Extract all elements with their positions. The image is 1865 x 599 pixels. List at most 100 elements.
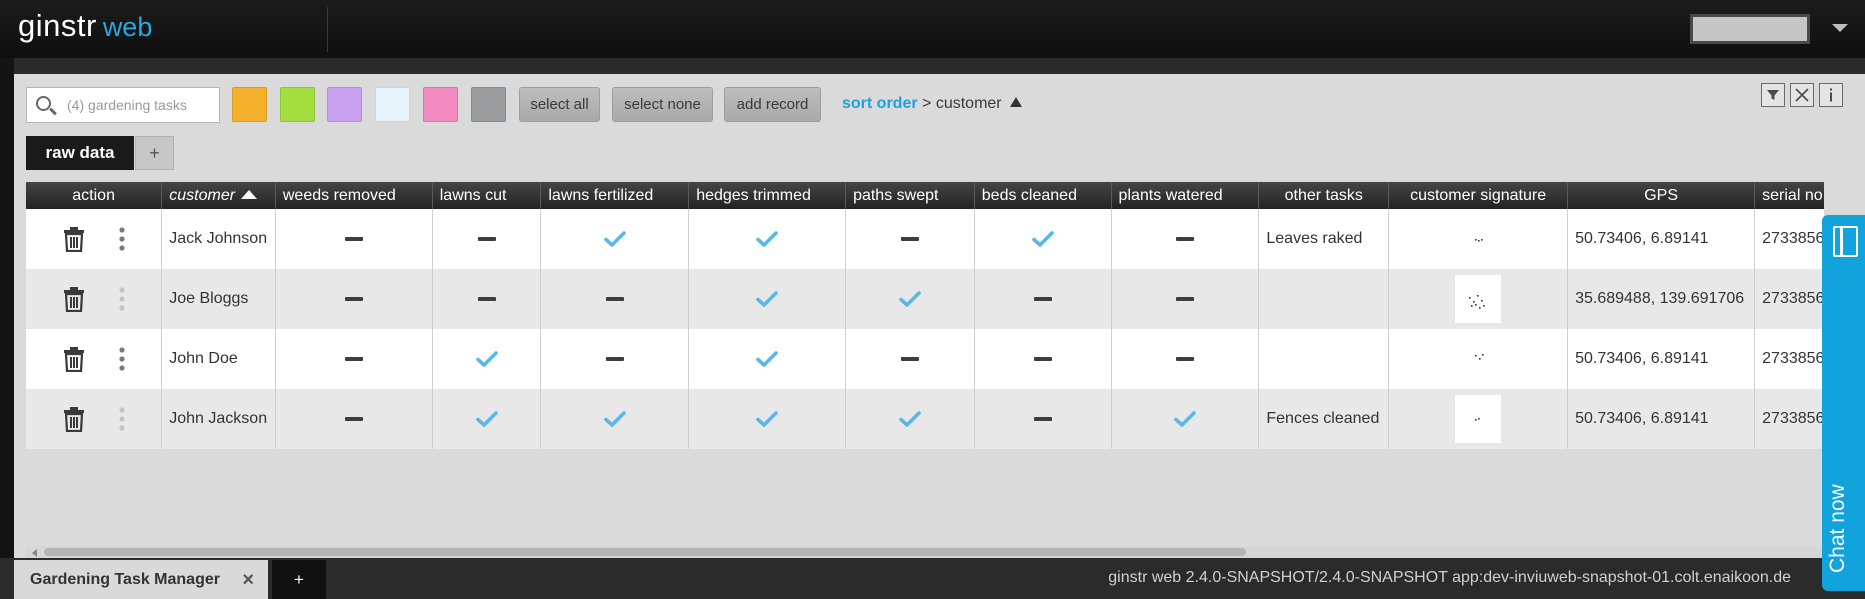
hedges-trimmed-cell[interactable]: [688, 209, 847, 269]
gps-cell[interactable]: 35.689488, 139.691706: [1567, 269, 1756, 329]
lawns-fertilized-cell[interactable]: [540, 269, 690, 329]
serial-cell[interactable]: 27338563: [1754, 269, 1824, 329]
column-header-beds-cleaned[interactable]: beds cleaned: [974, 182, 1112, 209]
paths-swept-cell[interactable]: [845, 269, 975, 329]
other-tasks-cell[interactable]: Leaves raked: [1258, 209, 1390, 269]
table-row[interactable]: John Jackson Fences cleaned 50.73406, 6.89…: [26, 389, 1824, 449]
serial-cell[interactable]: 27338563: [1754, 389, 1824, 449]
column-header-serial[interactable]: serial no. mobile: [1754, 182, 1824, 209]
lawns-cut-cell[interactable]: [432, 389, 542, 449]
lawns-fertilized-cell[interactable]: [540, 329, 690, 389]
sort-order-link[interactable]: sort order: [842, 95, 918, 112]
beds-cleaned-cell[interactable]: [974, 389, 1112, 449]
info-icon[interactable]: [1819, 83, 1843, 107]
gps-cell[interactable]: 50.73406, 6.89141: [1567, 389, 1756, 449]
more-vertical-icon[interactable]: [85, 407, 125, 431]
weeds-removed-cell[interactable]: [275, 389, 433, 449]
app-tab-gardening-task-manager[interactable]: Gardening Task Manager ×: [14, 560, 268, 599]
lawns-cut-cell[interactable]: [432, 329, 542, 389]
user-menu[interactable]: [1690, 14, 1810, 44]
customer-signature-cell[interactable]: [1388, 209, 1569, 269]
hedges-trimmed-cell[interactable]: [688, 269, 847, 329]
table-row[interactable]: John Doe 50.73406, 6.8914127338563: [26, 329, 1824, 389]
more-vertical-icon[interactable]: [85, 287, 125, 311]
serial-cell[interactable]: 27338563: [1754, 209, 1824, 269]
column-header-customer[interactable]: customer: [161, 182, 276, 209]
plants-watered-cell[interactable]: [1111, 269, 1260, 329]
weeds-removed-cell[interactable]: [275, 269, 433, 329]
customer-cell[interactable]: Joe Bloggs: [161, 269, 276, 329]
column-header-plants-watered[interactable]: plants watered: [1111, 182, 1260, 209]
chat-now-widget[interactable]: Chat now: [1822, 215, 1865, 591]
scroll-left-icon[interactable]: [32, 549, 37, 557]
paths-swept-cell[interactable]: [845, 329, 975, 389]
tab-raw-data[interactable]: raw data: [26, 136, 134, 170]
color-filter-purple[interactable]: [327, 87, 362, 122]
hedges-trimmed-cell[interactable]: [688, 329, 847, 389]
lawns-fertilized-cell[interactable]: [540, 389, 690, 449]
other-tasks-cell[interactable]: [1258, 269, 1390, 329]
plants-watered-cell[interactable]: [1111, 209, 1260, 269]
weeds-removed-cell[interactable]: [275, 209, 433, 269]
table-row[interactable]: Jack Johnson Leaves raked 50.73406, 6.8914…: [26, 209, 1824, 269]
serial-cell[interactable]: 27338563: [1754, 329, 1824, 389]
signature-image[interactable]: [1455, 395, 1502, 443]
table-row[interactable]: Joe Bloggs 35.689488, 139.69170627338563: [26, 269, 1824, 329]
signature-image[interactable]: [1455, 215, 1502, 263]
gps-cell[interactable]: 50.73406, 6.89141: [1567, 329, 1756, 389]
close-icon[interactable]: ×: [242, 570, 254, 590]
customer-cell[interactable]: John Jackson: [161, 389, 276, 449]
other-tasks-cell[interactable]: Fences cleaned: [1258, 389, 1390, 449]
trash-icon[interactable]: [63, 227, 85, 252]
plants-watered-cell[interactable]: [1111, 329, 1260, 389]
hedges-trimmed-cell[interactable]: [688, 389, 847, 449]
beds-cleaned-cell[interactable]: [974, 269, 1112, 329]
column-header-hedges-trimmed[interactable]: hedges trimmed: [688, 182, 847, 209]
column-header-paths-swept[interactable]: paths swept: [845, 182, 975, 209]
trash-icon[interactable]: [63, 407, 85, 432]
customer-cell[interactable]: John Doe: [161, 329, 276, 389]
beds-cleaned-cell[interactable]: [974, 209, 1112, 269]
more-vertical-icon[interactable]: [85, 227, 125, 251]
column-header-other-tasks[interactable]: other tasks: [1258, 182, 1390, 209]
filter-icon[interactable]: [1761, 83, 1785, 107]
color-filter-orange[interactable]: [232, 87, 267, 122]
customer-signature-cell[interactable]: [1388, 269, 1569, 329]
other-tasks-cell[interactable]: [1258, 329, 1390, 389]
lawns-cut-cell[interactable]: [432, 269, 542, 329]
select-all-button[interactable]: select all: [519, 87, 600, 122]
more-vertical-icon[interactable]: [85, 347, 125, 371]
color-filter-pink[interactable]: [423, 87, 458, 122]
trash-icon[interactable]: [63, 287, 85, 312]
weeds-removed-cell[interactable]: [275, 329, 433, 389]
column-header-action[interactable]: action: [26, 182, 163, 209]
color-filter-green[interactable]: [280, 87, 315, 122]
select-none-button[interactable]: select none: [612, 87, 713, 122]
column-header-customer-signature[interactable]: customer signature: [1388, 182, 1569, 209]
color-filter-grey[interactable]: [471, 87, 506, 122]
horizontal-scrollbar[interactable]: [26, 546, 1826, 558]
add-record-button[interactable]: add record: [724, 87, 821, 122]
add-app-tab-button[interactable]: +: [272, 560, 326, 599]
signature-image[interactable]: [1455, 275, 1502, 323]
clear-filter-icon[interactable]: [1790, 83, 1814, 107]
trash-icon[interactable]: [63, 347, 85, 372]
column-header-gps[interactable]: GPS: [1567, 182, 1756, 209]
customer-signature-cell[interactable]: [1388, 329, 1569, 389]
gps-cell[interactable]: 50.73406, 6.89141: [1567, 209, 1756, 269]
column-header-lawns-fertilized[interactable]: lawns fertilized: [540, 182, 690, 209]
paths-swept-cell[interactable]: [845, 389, 975, 449]
column-header-weeds-removed[interactable]: weeds removed: [275, 182, 433, 209]
search-input[interactable]: (4) gardening tasks: [26, 87, 220, 123]
scrollbar-thumb[interactable]: [44, 548, 1246, 556]
signature-image[interactable]: [1455, 335, 1502, 383]
customer-cell[interactable]: Jack Johnson: [161, 209, 276, 269]
plants-watered-cell[interactable]: [1111, 389, 1260, 449]
chevron-down-icon[interactable]: [1832, 24, 1848, 32]
paths-swept-cell[interactable]: [845, 209, 975, 269]
lawns-fertilized-cell[interactable]: [540, 209, 690, 269]
column-header-lawns-cut[interactable]: lawns cut: [432, 182, 542, 209]
color-filter-light-blue[interactable]: [375, 87, 410, 122]
add-tab-button[interactable]: +: [135, 136, 174, 170]
customer-signature-cell[interactable]: [1388, 389, 1569, 449]
